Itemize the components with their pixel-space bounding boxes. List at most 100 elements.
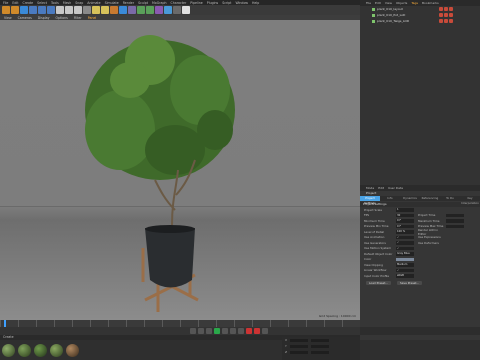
attr-dropdown[interactable]: Gray Blue [396,252,414,256]
attr-checkbox[interactable]: ✓ [396,235,414,239]
menu-help[interactable]: Help [252,1,259,5]
record-icon[interactable] [246,328,252,334]
coord-field[interactable] [290,350,309,354]
attr-field[interactable] [446,224,464,228]
subdivision-icon[interactable] [137,6,145,14]
render-view-icon[interactable] [92,6,100,14]
attr-checkbox[interactable]: ✓ [396,241,414,245]
material-tag-icon[interactable] [439,19,443,23]
light-icon[interactable] [182,6,190,14]
next-frame-icon[interactable] [222,328,228,334]
material-tag-icon[interactable] [449,19,453,23]
material-tag-icon[interactable] [439,7,443,11]
render-picture-icon[interactable] [101,6,109,14]
go-to-start-icon[interactable] [190,328,196,334]
material-tag-icon[interactable] [449,13,453,17]
go-to-end-icon[interactable] [238,328,244,334]
bend-icon[interactable] [155,6,163,14]
vp-menu-options[interactable]: Options [56,16,68,20]
x-axis-icon[interactable] [56,6,64,14]
attr-field[interactable]: 0 F [396,224,414,228]
material-ball[interactable] [2,343,15,357]
move-icon[interactable] [29,6,37,14]
menu-mesh[interactable]: Mesh [63,1,71,5]
coord-field[interactable] [310,344,329,348]
menu-animate[interactable]: Animate [87,1,100,5]
coord-field[interactable] [311,350,330,354]
menu-pipeline[interactable]: Pipeline [190,1,202,5]
vp-menu-panel[interactable]: Panel [88,16,97,20]
material-ball[interactable] [50,343,63,357]
keyframe-icon[interactable] [262,328,268,334]
y-axis-icon[interactable] [65,6,73,14]
menu-edit[interactable]: Edit [12,1,18,5]
material-tag-icon[interactable] [444,13,448,17]
material-ball[interactable] [66,343,79,357]
menu-snap[interactable]: Snap [75,1,83,5]
prev-frame-icon[interactable] [206,328,212,334]
vp-menu-cameras[interactable]: Cameras [18,16,32,20]
obj-menu-file[interactable]: File [366,1,371,5]
vp-menu-view[interactable]: View [4,16,12,20]
camera-icon[interactable] [173,6,181,14]
obj-menu-edit[interactable]: Edit [375,1,381,5]
pen-icon[interactable] [128,6,136,14]
menu-window[interactable]: Window [235,1,248,5]
menu-tools[interactable]: Tools [51,1,59,5]
menu-script[interactable]: Script [222,1,231,5]
cube-icon[interactable] [119,6,127,14]
perspective-viewport[interactable]: Grid Spacing : 10000 cm [0,20,360,320]
attr-checkbox[interactable]: ✓ [396,246,414,250]
autokey-icon[interactable] [254,328,260,334]
render-settings-icon[interactable] [110,6,118,14]
menu-sculpt[interactable]: Sculpt [138,1,148,5]
color-swatch[interactable] [396,257,414,261]
menu-select[interactable]: Select [37,1,47,5]
menu-simulate[interactable]: Simulate [105,1,119,5]
undo-icon[interactable] [2,6,10,14]
menu-render[interactable]: Render [123,1,134,5]
material-tag-icon[interactable] [444,7,448,11]
menu-plugins[interactable]: Plugins [207,1,218,5]
next-key-icon[interactable] [230,328,236,334]
array-icon[interactable] [146,6,154,14]
material-tag-icon[interactable] [444,19,448,23]
material-tag-icon[interactable] [439,13,443,17]
obj-menu-bookmarks[interactable]: Bookmarks [422,1,439,5]
tab-key-interpolation[interactable]: Key Interpolation [460,196,480,205]
tab-project-settings[interactable]: Project Settings [360,196,380,205]
object-row[interactable]: plant_010_Twigs_LOD [360,18,480,24]
tab-todo[interactable]: To Do [440,196,460,201]
menu-file[interactable]: File [3,1,8,5]
tab-dynamics[interactable]: Dynamics [400,196,420,201]
material-ball[interactable] [34,343,47,357]
coord-field[interactable] [289,344,308,348]
attr-field[interactable]: 0 F [396,219,414,223]
z-axis-icon[interactable] [74,6,82,14]
material-ball[interactable] [18,343,31,357]
timeline-playhead[interactable] [4,320,6,327]
tab-info[interactable]: Info [380,196,400,201]
attr-field[interactable]: 30 [396,213,414,217]
play-icon[interactable] [214,328,220,334]
vp-menu-filter[interactable]: Filter [74,16,82,20]
mat-menu-create[interactable]: Create [3,335,14,339]
attr-field[interactable] [446,219,464,223]
attr-checkbox[interactable]: ✓ [396,268,414,272]
timeline[interactable] [0,320,360,327]
coord-field[interactable] [311,338,330,342]
menu-mograph[interactable]: MoGraph [152,1,166,5]
prev-key-icon[interactable] [198,328,204,334]
menu-character[interactable]: Character [171,1,187,5]
attr-dropdown[interactable]: sRGB [396,274,414,278]
load-preset-button[interactable]: Load Preset... [366,280,391,285]
attr-menu-mode[interactable]: Mode [366,186,374,190]
scale-icon[interactable] [38,6,46,14]
attr-dropdown[interactable]: Medium [396,263,414,267]
attr-menu-userdata[interactable]: User Data [388,186,403,190]
redo-icon[interactable] [11,6,19,14]
floor-icon[interactable] [164,6,172,14]
attr-field[interactable]: 1 [396,208,414,212]
attr-field[interactable]: 100 % [396,230,414,234]
menu-create[interactable]: Create [23,1,34,5]
